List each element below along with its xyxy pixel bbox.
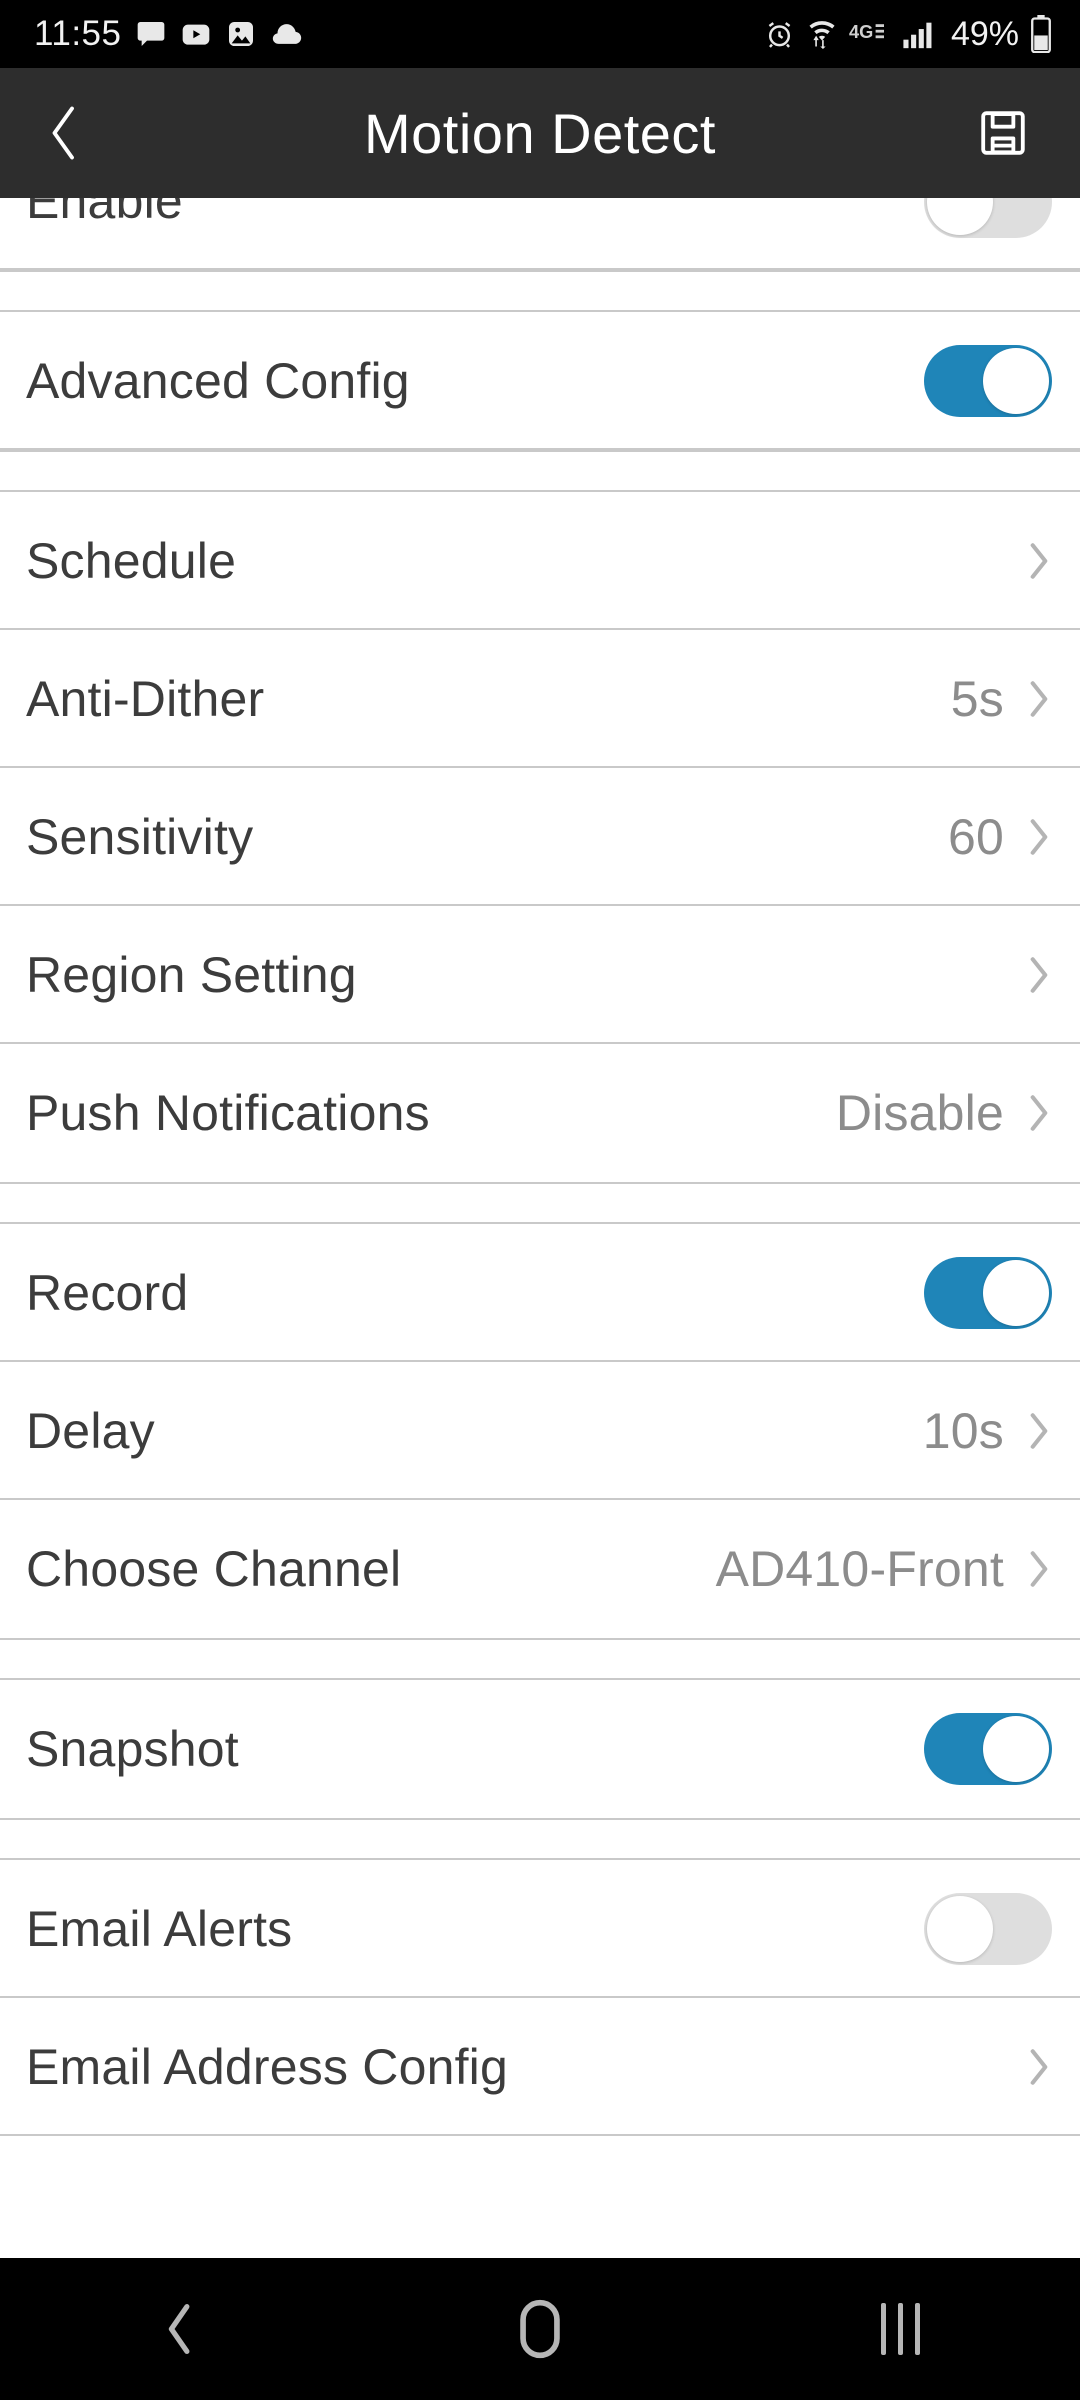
page-title: Motion Detect: [364, 101, 716, 165]
row-label-push-notifications: Push Notifications: [26, 1085, 430, 1141]
toggle-knob: [927, 198, 993, 235]
app-header: Motion Detect: [0, 68, 1080, 198]
chevron-right-icon: [1026, 677, 1052, 721]
row-right-delay: 10s: [923, 1402, 1052, 1460]
row-right-choose-channel: AD410-Front: [716, 1540, 1052, 1598]
status-bar-left: 11:55: [34, 14, 304, 54]
section-divider-3: [0, 1182, 1080, 1224]
row-region-setting[interactable]: Region Setting: [0, 906, 1080, 1044]
row-right-region-setting: [1004, 953, 1052, 997]
row-value-sensitivity: 60: [947, 809, 1004, 865]
section-divider-2: [0, 450, 1080, 492]
alarm-icon: [764, 19, 795, 50]
row-label-record: Record: [26, 1265, 189, 1321]
row-label-choose-channel: Choose Channel: [26, 1541, 402, 1597]
section-divider-5: [0, 1818, 1080, 1860]
chevron-right-icon: [1026, 2045, 1052, 2089]
photos-icon: [225, 18, 257, 50]
wifi-transfer-icon: [806, 17, 838, 51]
message-icon: [135, 18, 167, 50]
recents-icon: [880, 2303, 920, 2355]
nav-recents-button[interactable]: [800, 2258, 1000, 2400]
row-push-notifications[interactable]: Push Notifications Disable: [0, 1044, 1080, 1182]
status-bar: 11:55 4G 49%: [0, 0, 1080, 68]
battery-percent-label: 49%: [950, 14, 1019, 53]
phone-screen: 11:55 4G 49% Motion Detect Enable Advanc…: [0, 0, 1080, 2400]
toggle-snapshot[interactable]: [924, 1713, 1052, 1785]
row-label-anti-dither: Anti-Dither: [26, 671, 265, 727]
toggle-enable[interactable]: [924, 198, 1052, 238]
status-bar-right: 4G 49%: [764, 15, 1052, 54]
4g-lte-icon: 4G: [849, 18, 891, 50]
toggle-record[interactable]: [924, 1257, 1052, 1329]
row-value-choose-channel: AD410-Front: [715, 1541, 1004, 1597]
youtube-icon: [180, 18, 212, 50]
row-delay[interactable]: Delay 10s: [0, 1362, 1080, 1500]
cloud-icon: [270, 19, 304, 49]
settings-list: Enable Advanced Config Schedule Anti-Dit…: [0, 198, 1080, 2232]
toggle-email-alerts[interactable]: [924, 1893, 1052, 1965]
toggle-knob: [983, 348, 1049, 414]
row-label-email-address-config: Email Address Config: [26, 2039, 509, 2095]
android-nav-bar: [0, 2258, 1080, 2400]
chevron-right-icon: [1026, 1547, 1052, 1591]
row-right-push-notifications: Disable: [836, 1084, 1052, 1142]
chevron-right-icon: [1026, 953, 1052, 997]
toggle-knob: [983, 1260, 1049, 1326]
chevron-right-icon: [1026, 815, 1052, 859]
row-label-advanced-config: Advanced Config: [26, 353, 410, 409]
nav-back-button[interactable]: [80, 2258, 280, 2400]
row-label-delay: Delay: [26, 1403, 155, 1459]
nav-home-button[interactable]: [440, 2258, 640, 2400]
row-right-sensitivity: 60: [948, 808, 1052, 866]
save-button[interactable]: [948, 68, 1058, 198]
row-right-anti-dither: 5s: [951, 670, 1052, 728]
row-schedule[interactable]: Schedule: [0, 492, 1080, 630]
row-snapshot[interactable]: Snapshot: [0, 1680, 1080, 1818]
chevron-right-icon: [1026, 1409, 1052, 1453]
battery-icon: [1030, 15, 1052, 53]
section-divider-1: [0, 270, 1080, 312]
row-sensitivity[interactable]: Sensitivity 60: [0, 768, 1080, 906]
toggle-advanced-config[interactable]: [924, 345, 1052, 417]
row-anti-dither[interactable]: Anti-Dither 5s: [0, 630, 1080, 768]
status-bar-clock: 11:55: [34, 14, 122, 53]
chevron-right-icon: [1026, 1091, 1052, 1135]
row-enable[interactable]: Enable: [0, 198, 1080, 270]
back-button[interactable]: [0, 68, 130, 198]
row-email-alerts[interactable]: Email Alerts: [0, 1860, 1080, 1998]
row-label-enable: Enable: [26, 198, 183, 229]
row-choose-channel[interactable]: Choose Channel AD410-Front: [0, 1500, 1080, 1638]
toggle-knob: [927, 1896, 993, 1962]
row-advanced-config[interactable]: Advanced Config: [0, 312, 1080, 450]
row-label-region-setting: Region Setting: [26, 947, 357, 1003]
row-right-schedule: [1004, 539, 1052, 583]
svg-text:4G: 4G: [849, 22, 873, 42]
toggle-knob: [983, 1716, 1049, 1782]
row-label-snapshot: Snapshot: [26, 1721, 239, 1777]
row-email-address-config[interactable]: Email Address Config: [0, 1998, 1080, 2136]
section-divider-4: [0, 1638, 1080, 1680]
row-value-anti-dither: 5s: [950, 671, 1004, 727]
row-record[interactable]: Record: [0, 1224, 1080, 1362]
row-label-schedule: Schedule: [26, 533, 237, 589]
chevron-right-icon: [1026, 539, 1052, 583]
signal-bars-icon: [902, 18, 936, 50]
row-value-push-notifications: Disable: [835, 1085, 1004, 1141]
row-label-email-alerts: Email Alerts: [26, 1901, 293, 1957]
row-label-sensitivity: Sensitivity: [26, 809, 254, 865]
list-tail-space: [0, 2136, 1080, 2232]
row-value-delay: 10s: [922, 1403, 1004, 1459]
row-right-email-address-config: [1004, 2045, 1052, 2089]
